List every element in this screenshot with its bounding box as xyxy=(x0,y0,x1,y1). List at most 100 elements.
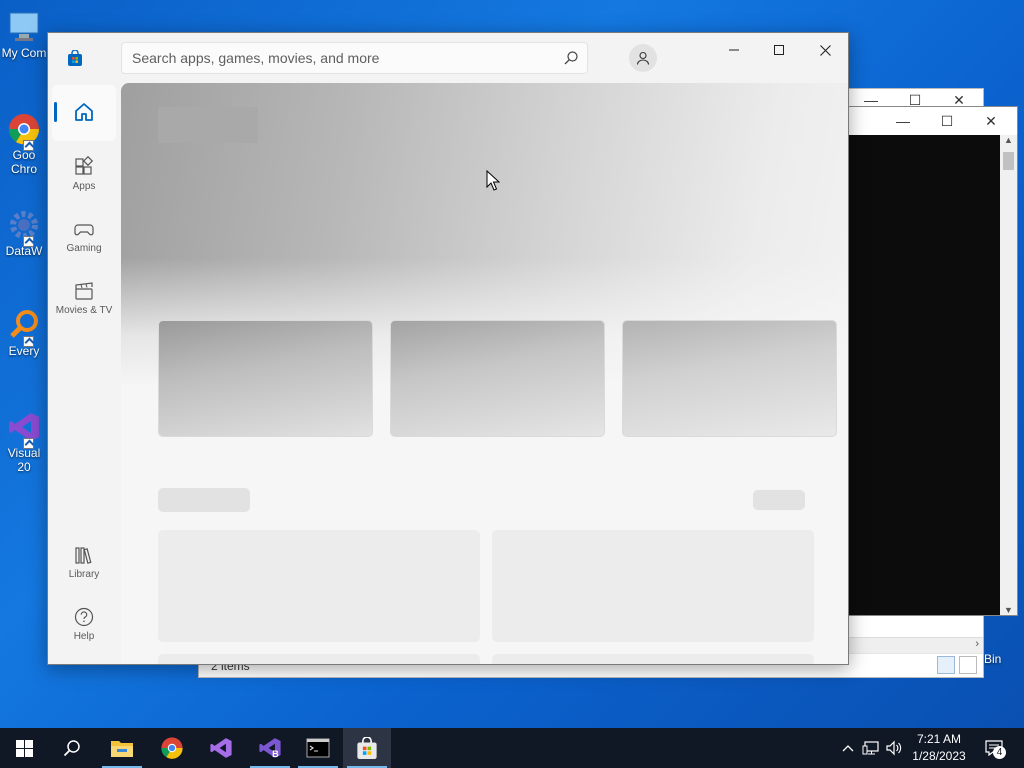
taskbar-search-button[interactable] xyxy=(48,728,96,768)
network-icon[interactable] xyxy=(861,738,881,758)
taskbar-visual-studio[interactable] xyxy=(197,728,245,768)
gear-icon xyxy=(7,208,41,247)
close-button[interactable] xyxy=(802,33,848,67)
minimize-icon[interactable]: — xyxy=(881,107,925,135)
store-content-area xyxy=(121,83,848,664)
nav-apps[interactable]: Apps xyxy=(52,147,116,203)
vertical-scrollbar[interactable]: ▲ ▼ xyxy=(1000,135,1017,615)
visual-studio-build-icon: B xyxy=(259,738,281,759)
minimize-icon xyxy=(729,49,739,51)
computer-icon xyxy=(7,10,41,44)
desktop-icon-label: Bin xyxy=(984,652,1002,666)
nav-help[interactable]: Help xyxy=(52,597,116,653)
console-icon xyxy=(306,738,330,758)
desktop-icon-visual-studio[interactable]: Visual 20 xyxy=(0,410,48,474)
hero-title-placeholder xyxy=(158,107,258,143)
nav-movies-tv[interactable]: Movies & TV xyxy=(52,271,116,327)
search-input[interactable]: Search apps, games, movies, and more xyxy=(121,42,588,74)
desktop-icon-chrome[interactable]: Goo Chro xyxy=(0,112,48,176)
console-window[interactable]: — ☐ ✕ ▲ ▼ xyxy=(846,106,1018,616)
clock-date: 1/28/2023 xyxy=(912,749,966,763)
folder-icon xyxy=(111,741,133,757)
maximize-icon xyxy=(774,45,784,55)
scroll-right-icon[interactable]: › xyxy=(975,638,979,650)
desktop-icon-label: Goo Chro xyxy=(10,148,37,176)
details-view-icon[interactable] xyxy=(937,656,955,674)
volume-icon[interactable] xyxy=(884,738,904,758)
desktop-icon-label: Visual 20 xyxy=(7,446,41,474)
clock-time: 7:21 AM xyxy=(916,732,962,746)
nav-home[interactable] xyxy=(52,85,116,141)
nav-movies-tv-label: Movies & TV xyxy=(55,305,113,316)
desktop-icon-datawrangler[interactable]: DataW xyxy=(0,208,48,258)
apps-icon xyxy=(73,155,95,178)
visual-studio-icon xyxy=(7,410,41,449)
tile-placeholder[interactable] xyxy=(492,530,814,642)
desktop-icon-everything[interactable]: Every xyxy=(0,308,48,358)
desktop-icon-label: My Com xyxy=(1,46,47,60)
store-navigation: Apps Gaming Movies & TV Library Help xyxy=(48,83,120,664)
action-center-button[interactable]: 4 xyxy=(982,738,1006,759)
magnifier-icon xyxy=(7,308,41,347)
scroll-thumb[interactable] xyxy=(1003,152,1014,170)
maximize-button[interactable] xyxy=(756,33,802,67)
console-titlebar[interactable]: — ☐ ✕ xyxy=(847,107,1017,135)
tile-placeholder[interactable] xyxy=(492,654,814,664)
close-icon[interactable]: ✕ xyxy=(969,107,1013,135)
taskbar-chrome[interactable] xyxy=(148,728,196,768)
search-icon[interactable] xyxy=(563,50,579,66)
nav-library[interactable]: Library xyxy=(52,535,116,591)
show-hidden-icons-chevron-icon[interactable] xyxy=(838,738,858,758)
game-controller-icon xyxy=(73,218,95,240)
clapperboard-icon xyxy=(73,280,95,302)
section-title-placeholder xyxy=(158,488,250,512)
help-icon xyxy=(73,606,95,628)
windows-logo-icon xyxy=(15,739,33,757)
close-icon xyxy=(819,44,831,56)
nav-apps-label: Apps xyxy=(72,181,96,192)
chrome-icon xyxy=(7,112,41,151)
scroll-up-icon[interactable]: ▲ xyxy=(1004,135,1013,145)
tile-placeholder[interactable] xyxy=(158,654,480,664)
home-icon xyxy=(73,101,95,123)
nav-gaming[interactable]: Gaming xyxy=(52,209,116,265)
search-placeholder: Search apps, games, movies, and more xyxy=(132,50,380,66)
taskbar-terminal[interactable] xyxy=(294,728,342,768)
scroll-down-icon[interactable]: ▼ xyxy=(1004,605,1013,615)
start-button[interactable] xyxy=(0,728,48,768)
shortcut-arrow-icon xyxy=(23,236,34,247)
nav-help-label: Help xyxy=(73,631,95,642)
store-logo-icon xyxy=(67,49,83,66)
featured-card-placeholder[interactable] xyxy=(622,320,837,437)
shortcut-arrow-icon xyxy=(23,438,34,449)
shortcut-arrow-icon xyxy=(23,140,34,151)
library-icon xyxy=(73,544,95,566)
search-icon xyxy=(63,740,80,757)
shortcut-arrow-icon xyxy=(23,336,34,347)
svg-text:B: B xyxy=(272,749,279,759)
minimize-button[interactable] xyxy=(711,33,757,67)
taskbar-clock[interactable]: 7:21 AM 1/28/2023 xyxy=(905,731,973,765)
microsoft-store-window[interactable]: Search apps, games, movies, and more App… xyxy=(47,32,849,665)
notification-count-badge: 4 xyxy=(993,746,1006,759)
featured-card-placeholder[interactable] xyxy=(390,320,605,437)
account-avatar[interactable] xyxy=(629,44,657,72)
mouse-cursor-icon xyxy=(486,169,501,192)
taskbar-visual-studio-b[interactable]: B xyxy=(246,728,294,768)
visual-studio-icon xyxy=(210,738,232,758)
store-bag-icon xyxy=(357,737,377,759)
large-icons-view-icon[interactable] xyxy=(959,656,977,674)
nav-library-label: Library xyxy=(68,569,100,580)
desktop-icon-recycle-bin[interactable]: Bin xyxy=(984,652,1024,666)
taskbar-file-explorer[interactable] xyxy=(98,728,146,768)
see-all-placeholder[interactable] xyxy=(753,490,805,510)
maximize-icon[interactable]: ☐ xyxy=(925,107,969,135)
store-titlebar[interactable]: Search apps, games, movies, and more xyxy=(48,33,848,83)
taskbar: B 7:21 AM 1/28/2023 4 xyxy=(0,728,1024,768)
nav-gaming-label: Gaming xyxy=(66,243,102,254)
taskbar-microsoft-store[interactable] xyxy=(343,728,391,768)
person-icon xyxy=(636,51,650,65)
desktop-icon-computer[interactable]: My Com xyxy=(0,10,48,60)
featured-card-placeholder[interactable] xyxy=(158,320,373,437)
tile-placeholder[interactable] xyxy=(158,530,480,642)
